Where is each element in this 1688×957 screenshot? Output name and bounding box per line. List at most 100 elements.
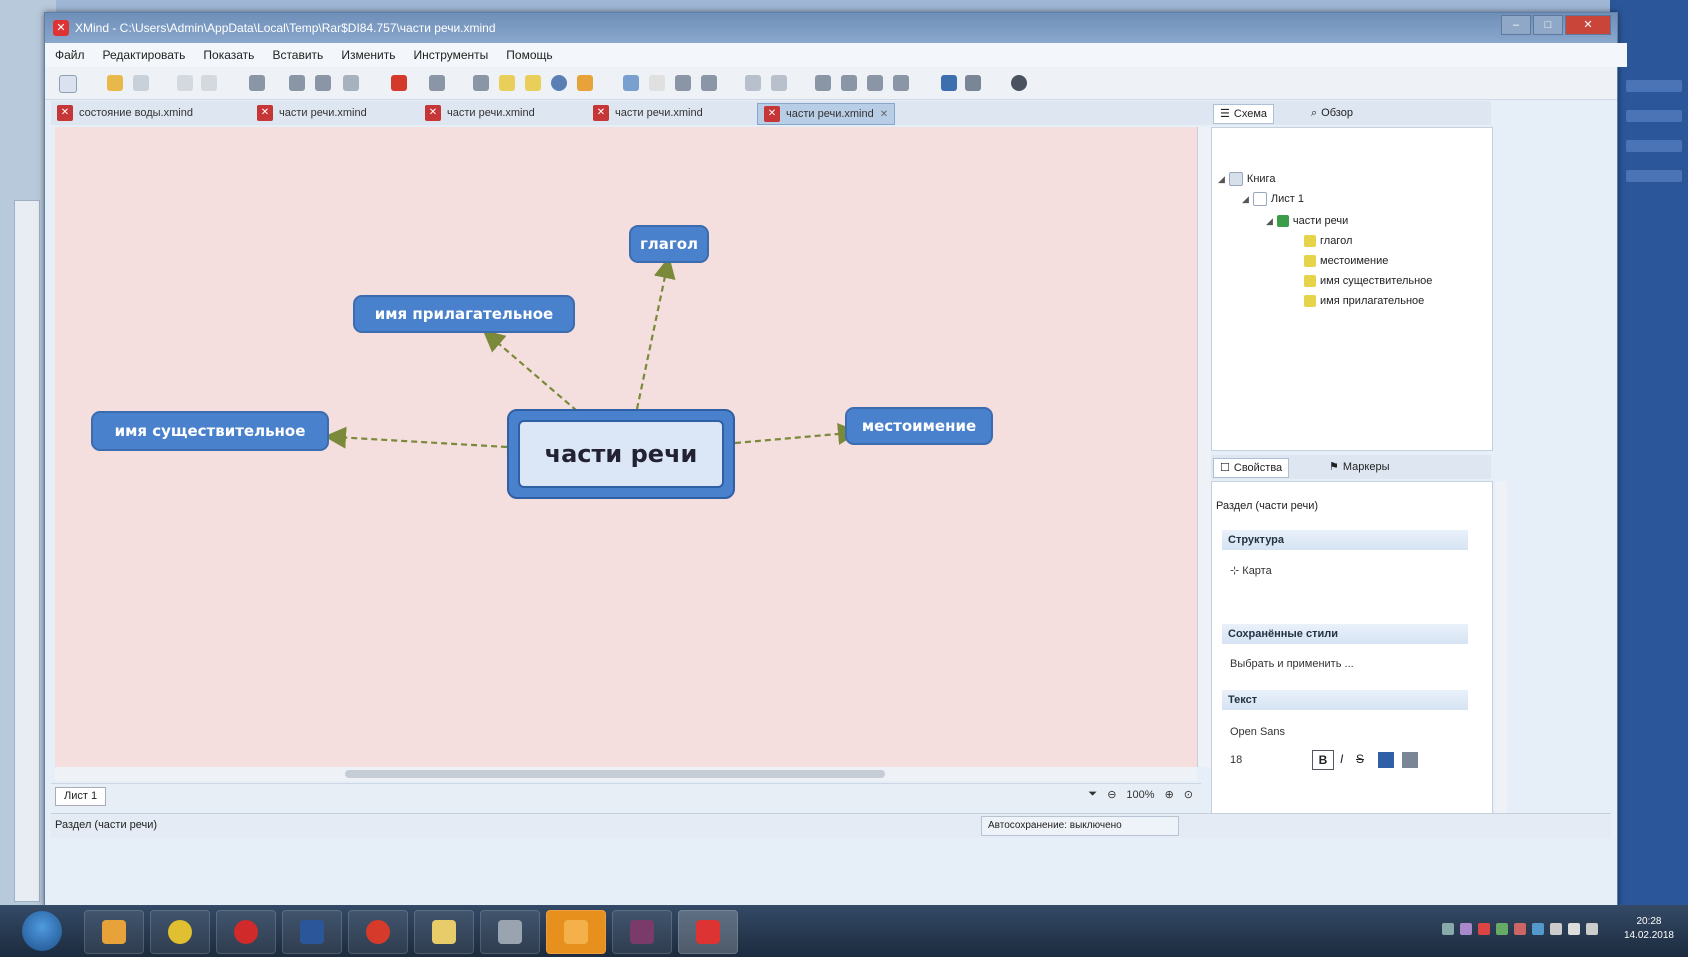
fit-icon[interactable] <box>965 75 981 91</box>
filter-icon[interactable]: ⏷ <box>1088 788 1097 801</box>
boundary-icon[interactable] <box>623 75 639 91</box>
system-clock[interactable]: 20:28 14.02.2018 <box>1624 915 1674 943</box>
tab-parts-of-speech-active[interactable]: ✕ части речи.xmind ✕ <box>757 103 896 125</box>
save-icon[interactable] <box>133 75 149 91</box>
drill-down-icon[interactable] <box>745 75 761 91</box>
taskbar-yandex[interactable] <box>348 910 408 954</box>
note-icon[interactable] <box>499 75 515 91</box>
summary-icon[interactable] <box>675 75 691 91</box>
outline-topic[interactable]: имя прилагательное <box>1304 292 1424 310</box>
fit-view-icon[interactable]: ⊙ <box>1184 788 1193 801</box>
styles-section-header[interactable]: Сохранённые стили <box>1222 624 1468 644</box>
taskbar-media-player[interactable] <box>84 910 144 954</box>
tray-icon[interactable] <box>1496 923 1508 935</box>
volume-icon[interactable] <box>1586 923 1598 935</box>
tab-outline[interactable]: ☰ Схема <box>1213 104 1274 124</box>
outline-workbook[interactable]: ◢ Книга <box>1218 170 1275 188</box>
taskbar-xmind[interactable] <box>678 910 738 954</box>
strikethrough-icon[interactable]: S <box>1356 752 1364 766</box>
text-section-header[interactable]: Текст <box>1222 690 1468 710</box>
drill-up-icon[interactable] <box>771 75 787 91</box>
outline-topic[interactable]: местоимение <box>1304 252 1388 270</box>
hyperlink-icon[interactable] <box>473 75 489 91</box>
expand-arrow-icon[interactable]: ◢ <box>1218 170 1225 188</box>
maximize-button[interactable]: □ <box>1533 15 1563 35</box>
structure-section-header[interactable]: Структура <box>1222 530 1468 550</box>
menu-edit[interactable]: Редактировать <box>103 48 186 62</box>
new-file-icon[interactable] <box>59 75 77 93</box>
idea-icon[interactable] <box>649 75 665 91</box>
minimize-button[interactable]: – <box>1501 15 1531 35</box>
image-icon[interactable] <box>429 75 445 91</box>
font-size-select[interactable]: 18 <box>1230 754 1242 766</box>
outline-topic[interactable]: имя существительное <box>1304 272 1432 290</box>
settings-gear-icon[interactable] <box>1011 75 1027 91</box>
text-color-icon[interactable] <box>1378 752 1394 768</box>
canvas-horizontal-scrollbar[interactable] <box>55 767 1197 781</box>
attachment-icon[interactable] <box>577 75 593 91</box>
flag-icon[interactable] <box>1568 923 1580 935</box>
marker-icon[interactable] <box>551 75 567 91</box>
topic-verb[interactable]: глагол <box>629 225 709 263</box>
tab-parts-of-speech-3[interactable]: ✕ части речи.xmind <box>593 103 703 123</box>
redo-icon[interactable] <box>201 75 217 91</box>
menu-modify[interactable]: Изменить <box>341 48 395 62</box>
undo-icon[interactable] <box>177 75 193 91</box>
tray-icon[interactable] <box>1478 923 1490 935</box>
taskbar-explorer[interactable] <box>414 910 474 954</box>
outline-topic[interactable]: глагол <box>1304 232 1352 250</box>
taskbar-app[interactable] <box>480 910 540 954</box>
export-icon[interactable] <box>893 75 909 91</box>
network-icon[interactable] <box>1550 923 1562 935</box>
expand-arrow-icon[interactable]: ◢ <box>1266 212 1273 230</box>
tab-overview[interactable]: ⌕ Обзор <box>1305 104 1359 122</box>
taskbar-app-orange[interactable] <box>546 910 606 954</box>
menu-view[interactable]: Показать <box>203 48 254 62</box>
font-family-select[interactable]: Open Sans <box>1230 726 1285 738</box>
italic-icon[interactable]: I <box>1340 752 1343 766</box>
tab-properties[interactable]: ☐ Свойства <box>1213 458 1290 478</box>
tab-parts-of-speech-2[interactable]: ✕ части речи.xmind <box>425 103 535 123</box>
styles-select[interactable]: Выбрать и применить ... <box>1230 658 1354 670</box>
menu-help[interactable]: Помощь <box>506 48 552 62</box>
subtopic-icon[interactable] <box>289 75 305 91</box>
callout-icon[interactable] <box>701 75 717 91</box>
topic-pronoun[interactable]: местоимение <box>845 407 993 445</box>
menu-file[interactable]: Файл <box>55 48 85 62</box>
taskbar-opera[interactable] <box>216 910 276 954</box>
horizontal-scroll-thumb[interactable] <box>345 770 885 778</box>
menu-tools[interactable]: Инструменты <box>413 48 488 62</box>
central-topic[interactable]: части речи <box>507 409 735 499</box>
presentation-play-icon[interactable] <box>391 75 407 91</box>
expand-arrow-icon[interactable]: ◢ <box>1242 190 1249 208</box>
taskbar-winrar[interactable] <box>612 910 672 954</box>
parent-topic-icon[interactable] <box>315 75 331 91</box>
topic-adjective[interactable]: имя прилагательное <box>353 295 575 333</box>
move-icon[interactable] <box>941 75 957 91</box>
taskbar-chrome[interactable] <box>150 910 210 954</box>
label-icon[interactable] <box>525 75 541 91</box>
open-folder-icon[interactable] <box>107 75 123 91</box>
structure-icon[interactable] <box>841 75 857 91</box>
structure-value[interactable]: ⊹ Карта <box>1230 564 1272 577</box>
tray-icon[interactable] <box>1532 923 1544 935</box>
sheet-tab[interactable]: Лист 1 <box>55 787 107 806</box>
tray-icon[interactable] <box>1442 923 1454 935</box>
align-icon[interactable] <box>1402 752 1418 768</box>
tray-icon[interactable] <box>1460 923 1472 935</box>
relationship-icon[interactable] <box>343 75 359 91</box>
properties-scrollbar[interactable] <box>1495 481 1507 813</box>
status-autosave[interactable]: Автосохранение: выключено <box>981 816 1179 836</box>
outline-sheet[interactable]: ◢ Лист 1 <box>1242 190 1304 208</box>
tab-state-of-water[interactable]: ✕ состояние воды.xmind <box>57 103 193 123</box>
tab-parts-of-speech-1[interactable]: ✕ части речи.xmind <box>257 103 367 123</box>
close-tab-icon[interactable]: ✕ <box>880 109 888 120</box>
zoom-out-icon[interactable]: ⊖ <box>1107 788 1116 801</box>
canvas-vertical-scrollbar[interactable] <box>1197 127 1212 767</box>
layout-icon[interactable] <box>815 75 831 91</box>
menu-insert[interactable]: Вставить <box>272 48 323 62</box>
tray-icon[interactable] <box>1514 923 1526 935</box>
topic-noun[interactable]: имя существительное <box>91 411 329 451</box>
bold-icon[interactable]: B <box>1312 750 1334 770</box>
zoom-in-icon[interactable]: ⊕ <box>1165 788 1174 801</box>
